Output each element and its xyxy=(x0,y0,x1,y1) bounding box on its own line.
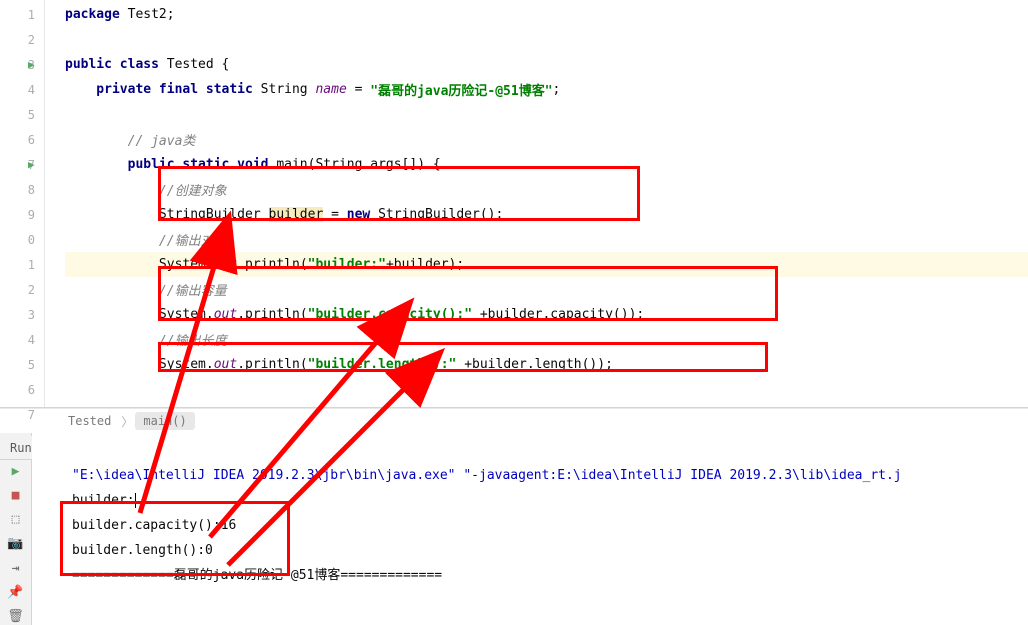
line-number: 8 xyxy=(28,183,41,197)
code-text: ; xyxy=(553,82,561,97)
code-text: System. xyxy=(65,357,214,372)
field-name: name xyxy=(315,82,346,97)
stop-button[interactable]: ■ xyxy=(6,487,26,503)
pin-button[interactable]: 📌 xyxy=(6,584,26,600)
code-text: Test2; xyxy=(128,7,175,22)
console-line: builder: xyxy=(72,493,135,508)
code-text: StringBuilder(); xyxy=(378,207,503,222)
line-number: 7 xyxy=(28,408,41,422)
comment: //输出长度 xyxy=(65,330,227,349)
code-text: System. xyxy=(65,257,214,272)
keyword: package xyxy=(65,7,128,22)
camera-icon[interactable]: 📷 xyxy=(6,536,26,552)
console-command: "E:\idea\IntelliJ IDEA 2019.2.3\jbr\bin\… xyxy=(72,463,1028,488)
exit-button[interactable]: ⇥ xyxy=(6,560,26,576)
code-text: = xyxy=(323,207,346,222)
trash-icon[interactable]: 🗑 xyxy=(6,609,26,625)
code-text: StringBuilder xyxy=(65,207,269,222)
line-number: 0 xyxy=(28,233,41,247)
code-text: .println( xyxy=(237,257,307,272)
code-text: String xyxy=(261,82,316,97)
cursor xyxy=(135,493,136,508)
console-line: =============磊哥的java历险记-@51博客===========… xyxy=(72,563,1028,588)
line-number: 2 xyxy=(28,283,41,297)
variable-warn: builder xyxy=(269,207,324,222)
string-literal: "磊哥的java历险记-@51博客" xyxy=(370,80,552,99)
keyword: new xyxy=(347,207,378,222)
code-text: System. xyxy=(65,307,214,322)
comment: // java类 xyxy=(65,130,195,149)
line-number: 5 xyxy=(28,358,41,372)
string-literal: "builder.capacity():" xyxy=(308,307,472,322)
field-name: out xyxy=(214,357,237,372)
line-number: 1 xyxy=(28,8,41,22)
comment: //输出容量 xyxy=(65,280,227,299)
code-text: .println( xyxy=(237,307,307,322)
rerun-button[interactable]: ▶ xyxy=(6,463,26,479)
editor-area: 1 2 3▶ 4 5 6 7▶ 8 9 0 1 2 3 4 5 6 7 pack… xyxy=(0,0,1028,408)
code-text: = xyxy=(347,82,370,97)
run-toolbar: ▶ ■ ⬚ 📷 ⇥ 📌 🗑 xyxy=(0,433,32,625)
console-line: builder.length():0 xyxy=(72,538,1028,563)
string-literal: "builder.length():" xyxy=(308,357,457,372)
line-number: 6 xyxy=(28,383,41,397)
gutter: 1 2 3▶ 4 5 6 7▶ 8 9 0 1 2 3 4 5 6 7 xyxy=(0,0,45,407)
field-name: out xyxy=(214,307,237,322)
line-number: 3 xyxy=(28,308,41,322)
line-number: 5 xyxy=(28,108,41,122)
line-number: 2 xyxy=(28,33,41,47)
code-text: +builder.capacity()); xyxy=(472,307,644,322)
line-number: 6 xyxy=(28,133,41,147)
code-text: +builder.length()); xyxy=(456,357,613,372)
line-number: 4 xyxy=(28,83,41,97)
code-text: main(String args[]) { xyxy=(276,157,440,172)
line-number: 9 xyxy=(28,208,41,222)
comment: //输出对象 xyxy=(65,230,227,249)
line-number: 1 xyxy=(28,258,41,272)
code-editor[interactable]: package Test2; public class Tested { pri… xyxy=(45,0,1028,407)
line-number: 4 xyxy=(28,333,41,347)
code-text: .println( xyxy=(237,357,307,372)
keyword: public static void xyxy=(65,157,276,172)
layout-button[interactable]: ⬚ xyxy=(6,512,26,528)
console-line: builder.capacity():16 xyxy=(72,513,1028,538)
code-text: Tested { xyxy=(167,57,230,72)
code-text: +builder); xyxy=(386,257,464,272)
keyword: private final static xyxy=(65,82,261,97)
field-name: out xyxy=(214,257,237,272)
keyword: public class xyxy=(65,57,167,72)
console-output[interactable]: "E:\idea\IntelliJ IDEA 2019.2.3\jbr\bin\… xyxy=(32,433,1028,625)
string-literal: "builder:" xyxy=(308,257,386,272)
run-panel: ▶ ■ ⬚ 📷 ⇥ 📌 🗑 "E:\idea\IntelliJ IDEA 201… xyxy=(0,433,1028,625)
run-gutter-icon[interactable]: ▶ xyxy=(28,158,35,171)
comment: //创建对象 xyxy=(65,180,227,199)
run-gutter-icon[interactable]: ▶ xyxy=(28,58,35,71)
